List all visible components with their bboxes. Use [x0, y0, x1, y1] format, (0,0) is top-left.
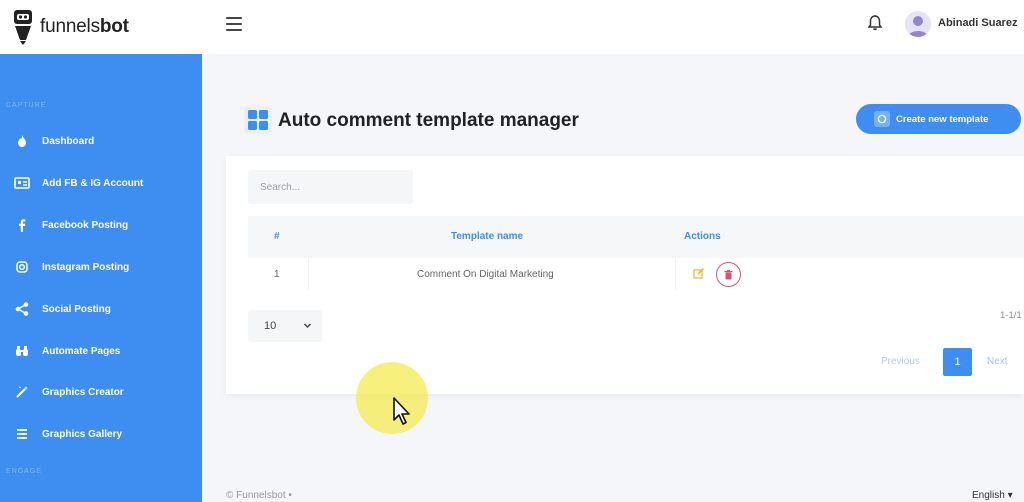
edit-button[interactable] [692, 266, 706, 280]
brand-logo[interactable]: funnelsbot [12, 6, 129, 48]
mouse-pointer-icon [393, 397, 410, 425]
edit-icon [693, 267, 705, 279]
row-index: 1 [274, 269, 280, 280]
sidebar-item-label: Graphics Creator [42, 386, 124, 398]
results-range: 1-1/1 [1000, 310, 1022, 321]
plus-circle-icon [874, 111, 890, 127]
notification-bell-icon[interactable] [866, 14, 884, 32]
create-template-label: Create new template [896, 113, 989, 125]
sidebar-item-label: Facebook Posting [42, 219, 129, 231]
menu-toggle-icon[interactable] [226, 17, 242, 31]
user-name[interactable]: Abinadi Suarez [938, 17, 1017, 29]
sidebar-item-label: Add FB & IG Account [42, 177, 144, 189]
column-divider [308, 258, 309, 290]
id-card-icon [14, 177, 30, 189]
sidebar-item-instagram-posting[interactable]: Instagram Posting [0, 252, 202, 282]
language-select[interactable]: English ▾ [972, 490, 1013, 501]
sidebar-section-label: ENGAGE [6, 468, 42, 475]
page-title: Auto comment template manager [278, 110, 579, 131]
search-input[interactable] [248, 170, 413, 204]
list-icon [17, 429, 27, 439]
page-button-current[interactable]: 1 [943, 348, 972, 376]
top-bar: funnelsbot Abinadi Suarez [0, 0, 1024, 54]
instagram-icon [16, 261, 28, 273]
sidebar-item-graphics-creator[interactable]: Graphics Creator [0, 377, 202, 407]
sidebar-item-add-account[interactable]: Add FB & IG Account [0, 168, 202, 198]
sidebar-item-social-posting[interactable]: Social Posting [0, 294, 202, 324]
table-row: 1 Comment On Digital Marketing [248, 258, 1024, 290]
sidebar-item-label: Instagram Posting [42, 261, 130, 273]
magic-wand-icon [16, 386, 28, 398]
table-header: # Template name Actions [248, 216, 1024, 258]
sidebar-item-label: Social Posting [42, 303, 111, 315]
robot-logo-icon [14, 10, 32, 45]
page-size-value: 10 [264, 320, 277, 332]
column-header-index[interactable]: # [274, 231, 280, 242]
binoculars-icon [16, 346, 28, 356]
chevron-down-icon [303, 323, 312, 329]
brand-name: funnelsbot [40, 16, 129, 37]
sidebar-section-label: CAPTURE [6, 102, 47, 109]
sidebar-item-facebook-posting[interactable]: Facebook Posting [0, 210, 202, 240]
sidebar-item-graphics-gallery[interactable]: Graphics Gallery [0, 419, 202, 449]
sidebar-item-label: Graphics Gallery [42, 428, 123, 440]
page-size-select[interactable]: 10 [248, 310, 322, 342]
column-divider [675, 258, 676, 290]
user-avatar-icon [908, 16, 928, 37]
column-header-actions: Actions [684, 231, 721, 242]
row-template-name: Comment On Digital Marketing [417, 269, 554, 280]
footer-copyright: © Funnelsbot • [226, 490, 292, 501]
sidebar-item-dashboard[interactable]: Dashboard [0, 126, 202, 156]
sidebar-item-automate-pages[interactable]: Automate Pages [0, 336, 202, 366]
column-header-template-name[interactable]: Template name [451, 231, 523, 242]
fire-icon [18, 135, 26, 147]
sidebar-item-label: Automate Pages [42, 345, 121, 357]
previous-page-button[interactable]: Previous [881, 356, 920, 367]
user-avatar[interactable] [905, 11, 931, 37]
trash-icon [724, 269, 733, 279]
sidebar: CAPTURE Dashboard Add FB & IG Account Fa… [0, 54, 202, 502]
caret-down-icon: ▾ [1007, 490, 1013, 501]
sidebar-item-label: Dashboard [42, 135, 95, 147]
grid-icon [244, 106, 272, 134]
create-template-button[interactable]: Create new template [856, 104, 1021, 134]
delete-button[interactable] [716, 262, 741, 287]
share-icon [15, 302, 29, 316]
facebook-icon [19, 219, 26, 232]
next-page-button[interactable]: Next [987, 356, 1008, 367]
